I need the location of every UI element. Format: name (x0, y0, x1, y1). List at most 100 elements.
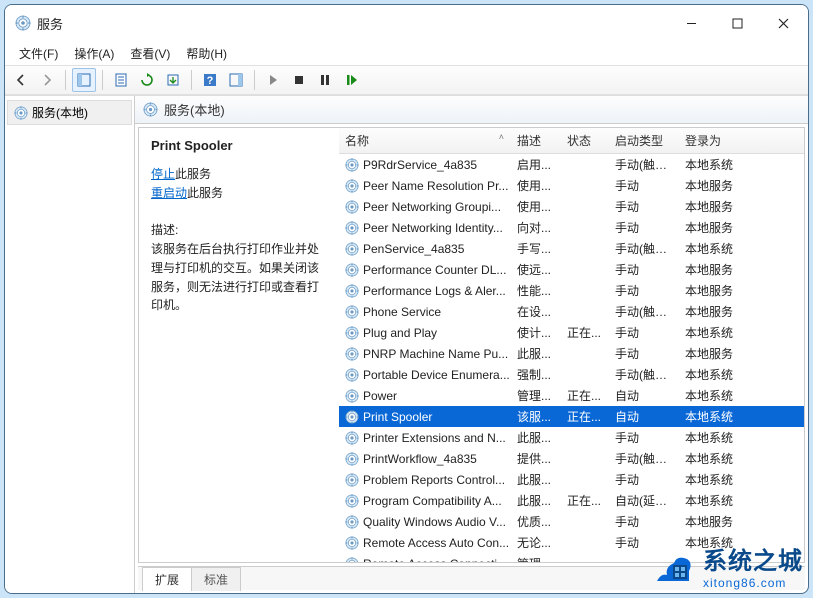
gear-icon (143, 102, 158, 117)
table-row[interactable]: Phone Service在设...手动(触发...本地服务 (339, 301, 804, 322)
gear-icon (345, 494, 359, 508)
description-label: 描述: (151, 221, 327, 238)
cell-name: Power (363, 389, 397, 403)
pause-service-button[interactable] (313, 68, 337, 92)
table-row[interactable]: Problem Reports Control...此服...手动本地系统 (339, 469, 804, 490)
cell-name: Performance Counter DL... (363, 263, 506, 277)
right-pane: 服务(本地) Print Spooler 停止此服务 重启动此服务 描述: 该服… (135, 96, 808, 593)
stop-link[interactable]: 停止 (151, 167, 175, 181)
list-rows[interactable]: P9RdrService_4a835启用...手动(触发...本地系统Peer … (339, 154, 804, 562)
menu-action[interactable]: 操作(A) (66, 43, 122, 64)
help-button[interactable]: ? (198, 68, 222, 92)
cell-name: Problem Reports Control... (363, 473, 505, 487)
table-row[interactable]: Quality Windows Audio V...优质...手动本地服务 (339, 511, 804, 532)
export-list-button[interactable] (161, 68, 185, 92)
properties-button[interactable] (109, 68, 133, 92)
minimize-button[interactable] (668, 8, 714, 38)
close-button[interactable] (760, 8, 806, 38)
table-row[interactable]: P9RdrService_4a835启用...手动(触发...本地系统 (339, 154, 804, 175)
table-row[interactable]: Performance Logs & Aler...性能...手动本地服务 (339, 280, 804, 301)
table-row[interactable]: Peer Networking Groupi...使用...手动本地服务 (339, 196, 804, 217)
cell-name: Remote Access Connecti... (363, 557, 507, 563)
gear-icon (345, 158, 359, 172)
menu-help[interactable]: 帮助(H) (178, 43, 235, 64)
forward-button[interactable] (35, 68, 59, 92)
gear-icon (345, 347, 359, 361)
cell-name: Peer Name Resolution Pr... (363, 179, 508, 193)
tree-root-item[interactable]: 服务(本地) (7, 100, 132, 125)
cell-logon: 本地系统 (679, 530, 749, 555)
table-row[interactable]: Print Spooler该服...正在...自动本地系统 (339, 406, 804, 427)
svg-text:?: ? (207, 75, 214, 87)
gear-icon (345, 368, 359, 382)
tree-pane: 服务(本地) (5, 96, 135, 593)
show-hide-tree-button[interactable] (72, 68, 96, 92)
column-status[interactable]: 状态 (561, 128, 609, 153)
table-row[interactable]: Peer Name Resolution Pr...使用...手动本地服务 (339, 175, 804, 196)
cell-startup (609, 560, 679, 563)
tab-standard[interactable]: 标准 (191, 567, 241, 591)
cell-status (561, 308, 609, 316)
detail-panel: Print Spooler 停止此服务 重启动此服务 描述: 该服务在后台执行打… (139, 128, 339, 562)
menu-view[interactable]: 查看(V) (122, 43, 178, 64)
cell-status (561, 455, 609, 463)
back-button[interactable] (9, 68, 33, 92)
cell-name: Portable Device Enumera... (363, 368, 510, 382)
cell-status (561, 182, 609, 190)
cell-status: 正在... (561, 404, 609, 429)
table-row[interactable]: Program Compatibility A...此服...正在...自动(延… (339, 490, 804, 511)
cell-status (561, 287, 609, 295)
content-area: 服务(本地) 服务(本地) Print Spooler 停止此服务 重启动此服务 (5, 95, 808, 593)
menu-file[interactable]: 文件(F) (11, 43, 66, 64)
column-name[interactable]: 名称 ˄ (339, 128, 511, 153)
table-row[interactable]: Remote Access Auto Con...无论...手动本地系统 (339, 532, 804, 553)
show-hide-action-pane-button[interactable] (224, 68, 248, 92)
table-row[interactable]: Portable Device Enumera...强制...手动(触发...本… (339, 364, 804, 385)
table-row[interactable]: Printer Extensions and N...此服...手动本地系统 (339, 427, 804, 448)
cell-name: Phone Service (363, 305, 441, 319)
gear-icon (345, 263, 359, 277)
restart-service-button[interactable] (339, 68, 363, 92)
cell-status (561, 245, 609, 253)
gear-icon (345, 326, 359, 340)
table-row[interactable]: Power管理...正在...自动本地系统 (339, 385, 804, 406)
description-text: 该服务在后台执行打印作业并处理与打印机的交互。如果关闭该服务，则无法进行打印或查… (151, 240, 327, 314)
stop-service-button[interactable] (287, 68, 311, 92)
cell-status (561, 161, 609, 169)
tab-extended[interactable]: 扩展 (142, 567, 192, 591)
start-service-button[interactable] (261, 68, 285, 92)
cell-status (561, 203, 609, 211)
column-description[interactable]: 描述 (511, 128, 561, 153)
gear-icon (345, 410, 359, 424)
menubar: 文件(F) 操作(A) 查看(V) 帮助(H) (5, 41, 808, 65)
table-row[interactable]: PrintWorkflow_4a835提供...手动(触发...本地系统 (339, 448, 804, 469)
gear-icon (345, 536, 359, 550)
cell-name: PenService_4a835 (363, 242, 464, 256)
restart-link[interactable]: 重启动 (151, 186, 187, 200)
refresh-button[interactable] (135, 68, 159, 92)
titlebar: 服务 (5, 5, 808, 41)
detail-body: Print Spooler 停止此服务 重启动此服务 描述: 该服务在后台执行打… (138, 127, 805, 563)
table-row[interactable]: PenService_4a835手写...手动(触发...本地系统 (339, 238, 804, 259)
window-title: 服务 (37, 14, 668, 33)
gear-icon (345, 284, 359, 298)
cell-name: Performance Logs & Aler... (363, 284, 506, 298)
column-startup-type[interactable]: 启动类型 (609, 128, 679, 153)
maximize-button[interactable] (714, 8, 760, 38)
cell-name: Printer Extensions and N... (363, 431, 506, 445)
list-title: 服务(本地) (164, 100, 225, 119)
cell-status: 正在... (561, 320, 609, 345)
cell-name: PrintWorkflow_4a835 (363, 452, 477, 466)
table-row[interactable]: PNRP Machine Name Pu...此服...手动本地服务 (339, 343, 804, 364)
table-row[interactable]: Plug and Play使计...正在...手动本地系统 (339, 322, 804, 343)
cell-startup: 手动 (609, 530, 679, 555)
cell-name: Peer Networking Groupi... (363, 200, 501, 214)
gear-icon (345, 473, 359, 487)
table-row[interactable]: Performance Counter DL...使远...手动本地服务 (339, 259, 804, 280)
column-log-on-as[interactable]: 登录为 (679, 128, 749, 153)
services-window: 服务 文件(F) 操作(A) 查看(V) 帮助(H) ? (4, 4, 809, 594)
app-icon (15, 15, 31, 31)
cell-name: PNRP Machine Name Pu... (363, 347, 508, 361)
table-row[interactable]: Peer Networking Identity...向对...手动本地服务 (339, 217, 804, 238)
cell-status (561, 224, 609, 232)
